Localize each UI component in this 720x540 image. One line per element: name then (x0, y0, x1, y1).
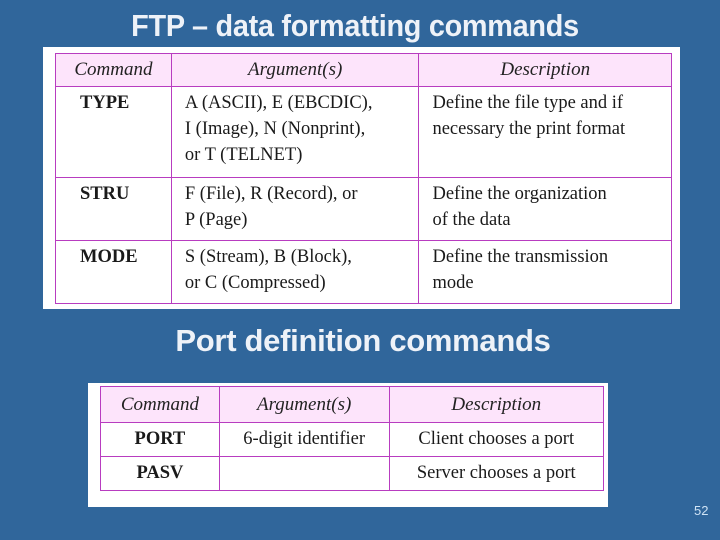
arguments-line: or T (TELNET) (184, 145, 303, 165)
command-cell: PORT (100, 422, 220, 457)
header-command: Command (100, 386, 220, 423)
description-cell: Define the transmission mode (418, 240, 672, 304)
formatting-commands-table: Command Argument(s) Description TYPE A (… (55, 53, 672, 304)
description-cell: Client chooses a port (388, 422, 604, 457)
table-header-row: Command Argument(s) Description (55, 53, 672, 87)
table-row: STRU F (File), R (Record), or P (Page) D… (55, 177, 672, 241)
arguments-cell: 6-digit identifier (218, 422, 390, 457)
table-row: PORT 6-digit identifier Client chooses a… (100, 422, 604, 457)
header-description: Description (418, 53, 672, 87)
description-line: necessary the print format (432, 119, 626, 139)
formatting-commands-card: Command Argument(s) Description TYPE A (… (43, 47, 680, 309)
arguments-cell: F (File), R (Record), or P (Page) (170, 177, 420, 241)
description-line: Define the transmission (432, 247, 609, 267)
description-cell: Define the organization of the data (418, 177, 672, 241)
description-line: Define the file type and if (432, 93, 624, 113)
arguments-line: S (Stream), B (Block), (184, 247, 352, 267)
header-arguments: Argument(s) (170, 53, 420, 87)
arguments-cell: A (ASCII), E (EBCDIC), I (Image), N (Non… (170, 86, 420, 178)
table-row: PASV Server chooses a port (100, 456, 604, 491)
description-line: Define the organization (432, 184, 607, 204)
arguments-line: or C (Compressed) (184, 273, 326, 293)
table-header-row: Command Argument(s) Description (100, 386, 604, 423)
description-line: mode (432, 273, 474, 293)
header-arguments: Argument(s) (218, 386, 390, 423)
command-cell: MODE (55, 240, 172, 304)
port-commands-table: Command Argument(s) Description PORT 6-d… (100, 386, 604, 491)
section-subtitle: Port definition commands (175, 323, 551, 358)
arguments-cell: S (Stream), B (Block), or C (Compressed) (170, 240, 420, 304)
arguments-line: F (File), R (Record), or (184, 184, 358, 204)
command-cell: TYPE (55, 86, 172, 178)
table-row: MODE S (Stream), B (Block), or C (Compre… (55, 240, 672, 304)
table-row: TYPE A (ASCII), E (EBCDIC), I (Image), N… (55, 86, 672, 178)
command-cell: STRU (55, 177, 172, 241)
arguments-line: P (Page) (184, 210, 248, 230)
port-commands-card: Command Argument(s) Description PORT 6-d… (88, 383, 608, 507)
header-command: Command (55, 53, 172, 87)
header-description: Description (388, 386, 604, 423)
arguments-cell (218, 456, 390, 491)
description-line: of the data (432, 210, 511, 230)
description-cell: Define the file type and if necessary th… (418, 86, 672, 178)
slide-title: FTP – data formatting commands (131, 8, 579, 43)
command-cell: PASV (100, 456, 220, 491)
page-number: 52 (694, 503, 709, 518)
arguments-line: I (Image), N (Nonprint), (184, 119, 366, 139)
arguments-line: A (ASCII), E (EBCDIC), (184, 93, 373, 113)
description-cell: Server chooses a port (388, 456, 604, 491)
